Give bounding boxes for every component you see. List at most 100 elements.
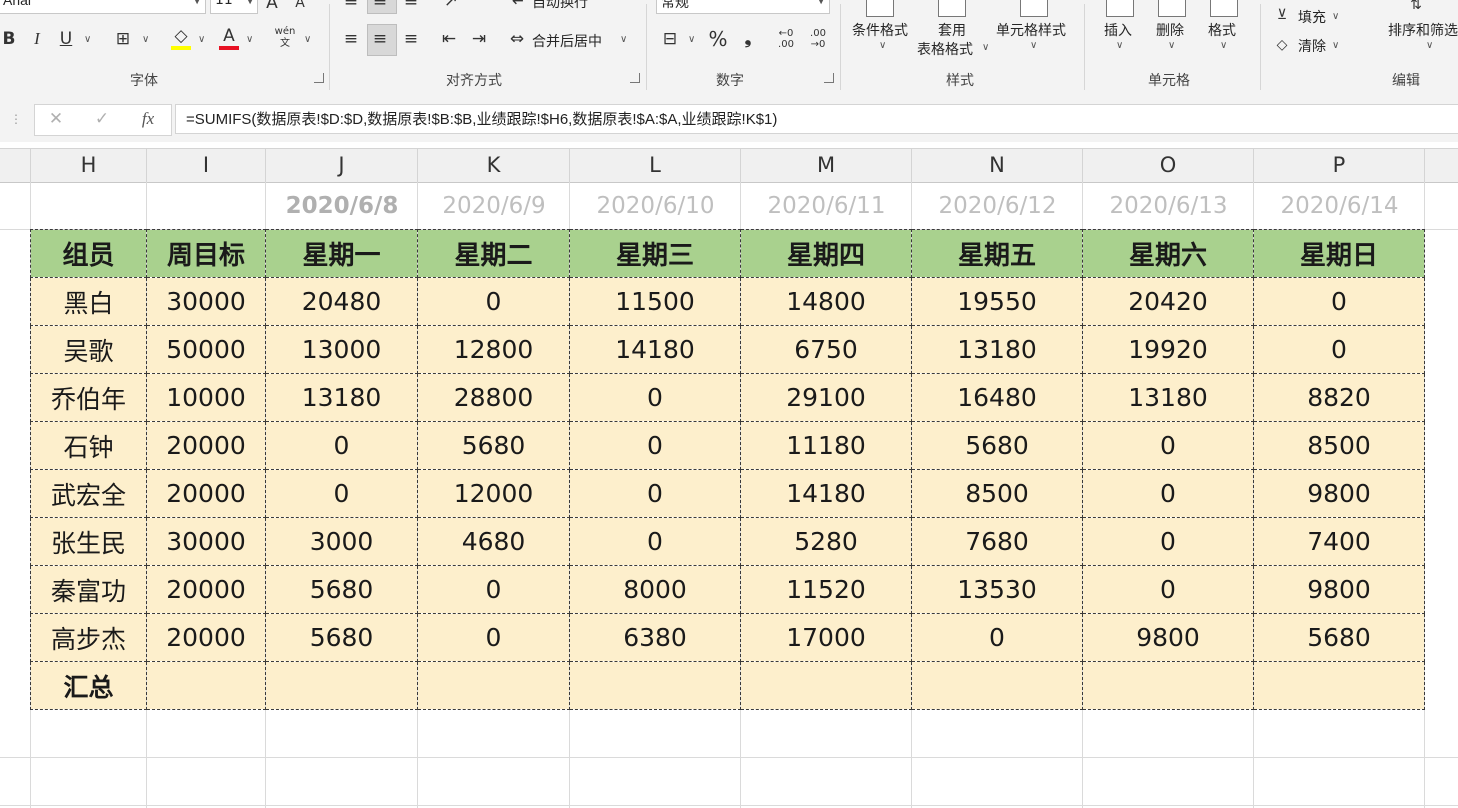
- table-format-label-1[interactable]: 套用: [938, 20, 966, 40]
- conditional-format-label[interactable]: 条件格式: [852, 20, 908, 40]
- total-cell[interactable]: [569, 661, 741, 710]
- column-header-j[interactable]: J: [266, 149, 418, 182]
- fill-color-icon[interactable]: ◇: [170, 25, 192, 47]
- decrease-decimal-icon[interactable]: .00 →0: [806, 28, 830, 50]
- fill-dropdown-icon[interactable]: ∨: [1332, 11, 1339, 22]
- insert-function-icon[interactable]: fx: [135, 108, 161, 130]
- italic-icon[interactable]: I: [28, 28, 46, 50]
- table-cell[interactable]: 7680: [911, 517, 1083, 566]
- date-cell-o[interactable]: 2020/6/13: [1083, 182, 1254, 230]
- cell-styles-icon[interactable]: [1020, 0, 1048, 17]
- table-cell[interactable]: 14180: [569, 325, 741, 374]
- align-bottom-icon[interactable]: ≡: [400, 0, 422, 12]
- total-label-cell[interactable]: 汇总: [30, 661, 147, 710]
- table-cell[interactable]: 5680: [265, 613, 418, 662]
- column-header-l[interactable]: L: [570, 149, 741, 182]
- table-cell[interactable]: 武宏全: [30, 469, 147, 518]
- table-cell[interactable]: 9800: [1082, 613, 1254, 662]
- table-cell[interactable]: 13180: [911, 325, 1083, 374]
- header-cell[interactable]: 星期五: [911, 229, 1083, 278]
- table-cell[interactable]: 5680: [417, 421, 570, 470]
- conditional-format-dropdown-icon[interactable]: ∨: [879, 40, 886, 51]
- table-cell[interactable]: 0: [569, 421, 741, 470]
- select-all-corner[interactable]: [0, 149, 31, 182]
- table-cell[interactable]: 0: [1082, 421, 1254, 470]
- delete-dropdown-icon[interactable]: ∨: [1168, 40, 1175, 51]
- table-cell[interactable]: 4680: [417, 517, 570, 566]
- number-format-box[interactable]: 常规 ▼: [656, 0, 830, 14]
- table-cell[interactable]: 5680: [911, 421, 1083, 470]
- clear-dropdown-icon[interactable]: ∨: [1332, 40, 1339, 51]
- table-cell[interactable]: 29100: [740, 373, 912, 422]
- total-cell[interactable]: [740, 661, 912, 710]
- date-cell-j[interactable]: 2020/6/8: [266, 182, 418, 230]
- orientation-icon[interactable]: ↗: [440, 0, 462, 12]
- sort-filter-dropdown-icon[interactable]: ∨: [1426, 40, 1433, 51]
- table-cell[interactable]: 5680: [265, 565, 418, 614]
- table-cell[interactable]: 乔伯年: [30, 373, 147, 422]
- wrap-text-label[interactable]: 自动换行: [532, 0, 588, 12]
- conditional-format-icon[interactable]: [866, 0, 894, 17]
- date-cell-l[interactable]: 2020/6/10: [570, 182, 741, 230]
- table-cell[interactable]: 20420: [1082, 277, 1254, 326]
- insert-dropdown-icon[interactable]: ∨: [1116, 40, 1123, 51]
- table-cell[interactable]: 20000: [146, 565, 266, 614]
- table-cell[interactable]: 9800: [1253, 565, 1425, 614]
- bold-icon[interactable]: B: [0, 28, 18, 50]
- header-cell[interactable]: 星期六: [1082, 229, 1254, 278]
- align-center-icon[interactable]: ≡: [369, 28, 391, 50]
- table-cell[interactable]: 11500: [569, 277, 741, 326]
- table-cell[interactable]: 6380: [569, 613, 741, 662]
- column-header-p[interactable]: P: [1254, 149, 1425, 182]
- table-cell[interactable]: 50000: [146, 325, 266, 374]
- table-cell[interactable]: 0: [265, 469, 418, 518]
- cell-styles-label[interactable]: 单元格样式: [996, 20, 1066, 40]
- formula-input[interactable]: =SUMIFS(数据原表!$D:$D,数据原表!$B:$B,业绩跟踪!$H6,数…: [175, 104, 1458, 134]
- increase-decimal-icon[interactable]: ←0.00: [774, 28, 798, 50]
- header-cell[interactable]: 星期日: [1253, 229, 1425, 278]
- cancel-icon[interactable]: ✕: [45, 108, 67, 130]
- table-cell[interactable]: 5680: [1253, 613, 1425, 662]
- table-cell[interactable]: 张生民: [30, 517, 147, 566]
- merge-dropdown-icon[interactable]: ∨: [620, 34, 627, 45]
- table-cell[interactable]: 9800: [1253, 469, 1425, 518]
- table-cell[interactable]: 0: [417, 277, 570, 326]
- table-format-dropdown-icon[interactable]: ∨: [982, 42, 989, 53]
- table-cell[interactable]: 5280: [740, 517, 912, 566]
- table-cell[interactable]: 0: [1082, 469, 1254, 518]
- table-cell[interactable]: 黑白: [30, 277, 147, 326]
- phonetic-dropdown-icon[interactable]: ∨: [304, 34, 311, 45]
- fill-color-dropdown-icon[interactable]: ∨: [198, 34, 205, 45]
- align-right-icon[interactable]: ≡: [400, 28, 422, 50]
- header-cell[interactable]: 星期一: [265, 229, 418, 278]
- column-header-o[interactable]: O: [1083, 149, 1254, 182]
- column-header-n[interactable]: N: [912, 149, 1083, 182]
- insert-cells-icon[interactable]: [1106, 0, 1134, 17]
- table-cell[interactable]: 0: [1253, 277, 1425, 326]
- underline-dropdown-icon[interactable]: ∨: [84, 34, 91, 45]
- borders-icon[interactable]: ⊞: [112, 28, 134, 50]
- table-cell[interactable]: 0: [1082, 517, 1254, 566]
- decrease-font-icon[interactable]: A: [290, 0, 310, 14]
- column-header-i[interactable]: I: [147, 149, 266, 182]
- table-cell[interactable]: 30000: [146, 517, 266, 566]
- currency-icon[interactable]: ⊟: [658, 28, 682, 50]
- header-cell[interactable]: 周目标: [146, 229, 266, 278]
- wrap-text-icon[interactable]: ↵: [508, 0, 530, 12]
- fill-icon[interactable]: ⊻: [1272, 4, 1292, 26]
- table-cell[interactable]: 14180: [740, 469, 912, 518]
- font-group-launcher-icon[interactable]: [314, 73, 324, 83]
- table-cell[interactable]: 20480: [265, 277, 418, 326]
- delete-label[interactable]: 删除: [1156, 20, 1184, 40]
- total-cell[interactable]: [146, 661, 266, 710]
- total-cell[interactable]: [417, 661, 570, 710]
- table-cell[interactable]: 13180: [265, 373, 418, 422]
- table-cell[interactable]: 20000: [146, 421, 266, 470]
- insert-label[interactable]: 插入: [1104, 20, 1132, 40]
- table-cell[interactable]: 11520: [740, 565, 912, 614]
- align-left-icon[interactable]: ≡: [340, 28, 362, 50]
- font-size-box[interactable]: 11 ▼: [210, 0, 258, 14]
- comma-style-icon[interactable]: ❟: [738, 28, 758, 50]
- font-color-icon[interactable]: A: [218, 25, 240, 47]
- font-name-box[interactable]: Arial ▼: [0, 0, 206, 14]
